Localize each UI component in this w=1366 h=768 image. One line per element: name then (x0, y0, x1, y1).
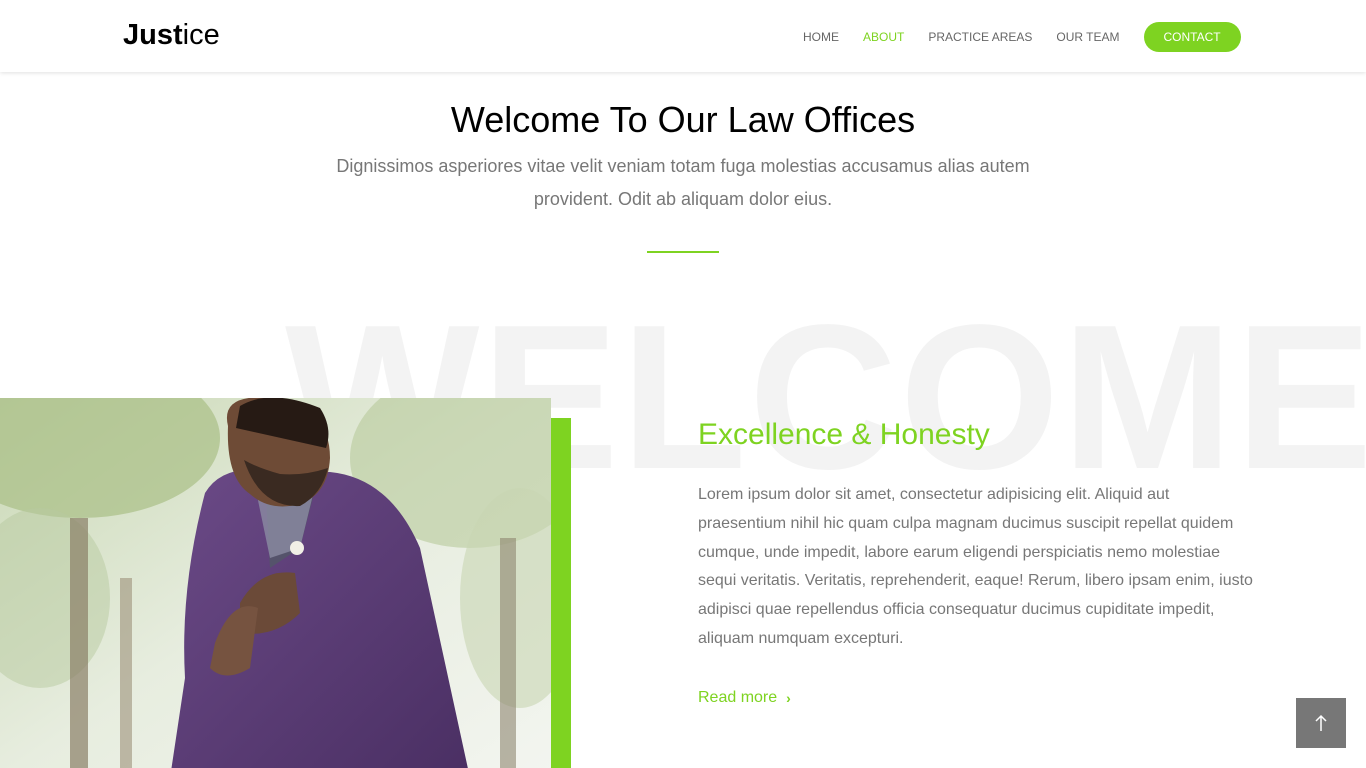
lawyer-photo (0, 398, 551, 768)
back-to-top-button[interactable] (1296, 698, 1346, 748)
read-more-link[interactable]: Read more › (698, 686, 791, 710)
logo-bold-part: Just (123, 19, 183, 51)
intro-title: Welcome To Our Law Offices (450, 99, 916, 140)
content-text: Lorem ipsum dolor sit amet, consectetur … (698, 486, 1253, 647)
site-logo[interactable]: Justice (123, 17, 220, 53)
content-title: Excellence & Honesty (698, 418, 990, 451)
logo-light-part: ice (182, 19, 220, 51)
contact-button[interactable]: CONTACT (1143, 22, 1241, 52)
main-nav: HOME ABOUT PRACTICE AREAS OUR TEAM CONTA… (803, 22, 1241, 52)
section-divider (647, 251, 719, 253)
nav-our-team[interactable]: OUR TEAM (1056, 22, 1119, 52)
page: Justice HOME ABOUT PRACTICE AREAS OUR TE… (0, 0, 1366, 768)
read-more-label: Read more (698, 689, 778, 706)
nav-practice-areas[interactable]: PRACTICE AREAS (928, 22, 1032, 52)
nav-about[interactable]: ABOUT (863, 22, 904, 52)
site-header: Justice HOME ABOUT PRACTICE AREAS OUR TE… (0, 0, 1366, 72)
nav-home[interactable]: HOME (803, 22, 839, 52)
photo-accent-bar (551, 418, 571, 768)
arrow-up-icon (1315, 714, 1327, 731)
intro-text: Dignissimos asperiores vitae velit venia… (336, 156, 1030, 209)
chevron-right-icon: › (786, 690, 791, 706)
